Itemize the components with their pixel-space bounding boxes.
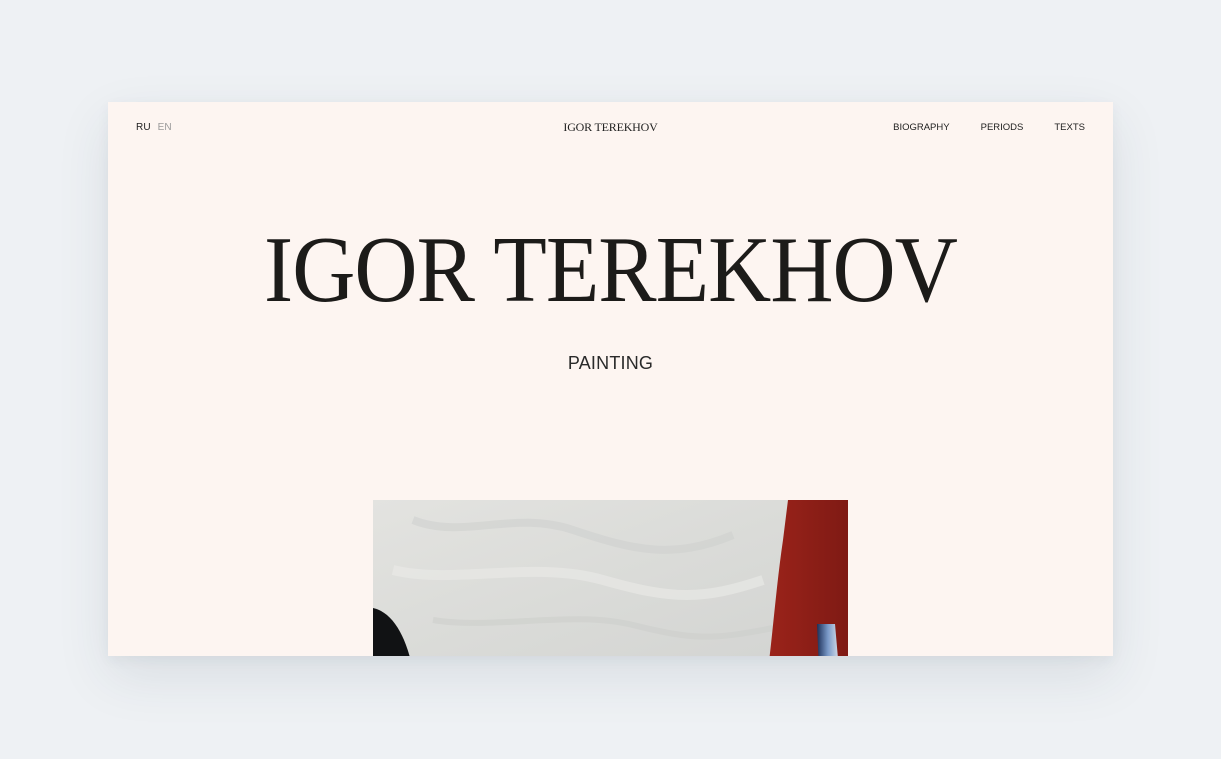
main-nav: BIOGRAPHY PERIODS TEXTS [893,122,1085,133]
nav-periods-link[interactable]: PERIODS [981,122,1024,133]
nav-biography-link[interactable]: BIOGRAPHY [893,122,950,133]
hero-title: IGOR TEREKHOV [264,218,958,322]
nav-texts-link[interactable]: TEXTS [1054,122,1085,133]
featured-painting-image[interactable] [373,500,848,656]
website-page: RU EN IGOR TEREKHOV BIOGRAPHY PERIODS TE… [108,102,1113,656]
hero-subtitle: PAINTING [567,353,654,373]
